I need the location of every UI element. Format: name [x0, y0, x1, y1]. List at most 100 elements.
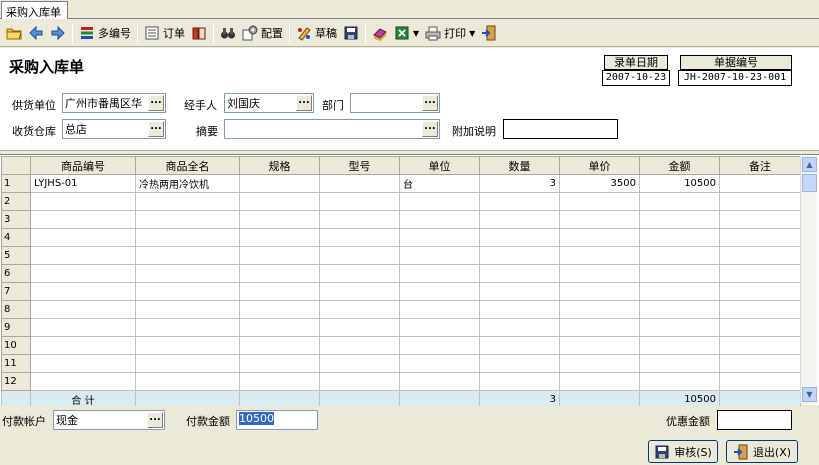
table-cell[interactable] — [639, 300, 720, 319]
table-cell[interactable] — [639, 210, 720, 229]
table-cell[interactable] — [135, 318, 240, 337]
table-cell[interactable] — [719, 246, 801, 265]
table-cell[interactable] — [319, 300, 400, 319]
dept-field[interactable]: ... — [350, 93, 440, 113]
exit-button[interactable]: 退出(X) — [726, 440, 798, 463]
table-cell[interactable] — [30, 372, 136, 391]
print-button[interactable]: 打印 ▼ — [422, 22, 478, 44]
table-row[interactable]: 5 — [1, 246, 801, 265]
column-header[interactable]: 备注 — [719, 156, 801, 175]
column-header[interactable]: 单位 — [399, 156, 480, 175]
table-cell[interactable] — [479, 372, 560, 391]
table-cell[interactable] — [135, 192, 240, 211]
open-folder-button[interactable] — [3, 22, 25, 44]
books-button[interactable] — [369, 22, 391, 44]
table-cell[interactable] — [479, 228, 560, 247]
table-cell[interactable] — [719, 372, 801, 391]
table-cell[interactable] — [239, 300, 320, 319]
table-cell[interactable] — [30, 300, 136, 319]
table-cell[interactable] — [239, 264, 320, 283]
column-header[interactable]: 单价 — [559, 156, 640, 175]
book-button[interactable] — [188, 22, 210, 44]
table-row[interactable]: 1 LYJHS-01 冷热两用冷饮机 台 3 3500 10500 — [1, 174, 801, 193]
config-button[interactable]: 配置 — [239, 22, 286, 44]
forward-button[interactable] — [47, 22, 69, 44]
table-row[interactable]: 2 — [1, 192, 801, 211]
table-cell[interactable] — [639, 228, 720, 247]
table-cell[interactable] — [319, 228, 400, 247]
table-cell[interactable] — [319, 318, 400, 337]
table-cell[interactable] — [319, 264, 400, 283]
table-cell[interactable] — [239, 354, 320, 373]
table-cell[interactable] — [719, 300, 801, 319]
find-button[interactable] — [217, 22, 239, 44]
table-cell[interactable] — [639, 372, 720, 391]
table-cell[interactable]: 3 — [479, 174, 560, 193]
supplier-field[interactable]: 广州市番禺区华 ... — [62, 93, 166, 113]
table-cell[interactable] — [719, 174, 801, 193]
table-cell[interactable] — [399, 318, 480, 337]
order-button[interactable]: 订单 — [141, 22, 188, 44]
scroll-thumb[interactable] — [802, 174, 817, 192]
table-cell[interactable] — [399, 228, 480, 247]
table-cell[interactable] — [479, 318, 560, 337]
multi-code-button[interactable]: 多编号 — [76, 22, 134, 44]
table-cell[interactable] — [319, 282, 400, 301]
table-row[interactable]: 4 — [1, 228, 801, 247]
table-cell[interactable] — [135, 372, 240, 391]
table-row[interactable]: 3 — [1, 210, 801, 229]
table-cell[interactable] — [559, 192, 640, 211]
handler-browse-button[interactable]: ... — [296, 95, 312, 111]
dept-browse-button[interactable]: ... — [422, 95, 438, 111]
table-row[interactable]: 12 — [1, 372, 801, 391]
table-cell[interactable] — [239, 246, 320, 265]
table-cell[interactable] — [239, 174, 320, 193]
table-cell[interactable]: LYJHS-01 — [30, 174, 136, 193]
column-header[interactable]: 商品全名 — [135, 156, 240, 175]
table-cell[interactable] — [135, 300, 240, 319]
supplier-browse-button[interactable]: ... — [148, 95, 164, 111]
table-cell[interactable]: 冷热两用冷饮机 — [135, 174, 240, 193]
table-cell[interactable] — [30, 336, 136, 355]
table-cell[interactable] — [319, 246, 400, 265]
table-cell[interactable] — [135, 210, 240, 229]
table-cell[interactable] — [30, 192, 136, 211]
column-header[interactable]: 数量 — [479, 156, 560, 175]
payment-amount-field[interactable]: 10500 — [236, 410, 318, 430]
table-cell[interactable] — [135, 246, 240, 265]
table-cell[interactable] — [559, 318, 640, 337]
table-cell[interactable] — [319, 336, 400, 355]
table-row[interactable]: 7 — [1, 282, 801, 301]
table-cell[interactable] — [479, 264, 560, 283]
table-cell[interactable] — [135, 354, 240, 373]
entry-date-value[interactable]: 2007-10-23 — [602, 70, 670, 86]
table-cell[interactable] — [239, 336, 320, 355]
table-cell[interactable] — [135, 282, 240, 301]
summary-browse-button[interactable]: ... — [422, 121, 438, 137]
table-cell[interactable] — [399, 264, 480, 283]
grid-vertical-scrollbar[interactable]: ▲ ▼ — [800, 156, 817, 404]
scroll-down-icon[interactable]: ▼ — [802, 387, 817, 402]
table-cell[interactable] — [319, 354, 400, 373]
table-cell[interactable] — [559, 228, 640, 247]
payment-account-field[interactable]: 现金 ... — [53, 410, 165, 430]
table-cell[interactable] — [319, 372, 400, 391]
back-button[interactable] — [25, 22, 47, 44]
doc-number-value[interactable]: JH-2007-10-23-001 — [678, 70, 792, 86]
column-header[interactable]: 金额 — [639, 156, 720, 175]
table-cell[interactable] — [30, 264, 136, 283]
table-cell[interactable] — [30, 228, 136, 247]
payment-account-browse-button[interactable]: ... — [147, 412, 163, 428]
table-cell[interactable] — [559, 210, 640, 229]
table-cell[interactable] — [479, 210, 560, 229]
table-cell[interactable] — [719, 318, 801, 337]
table-cell[interactable] — [30, 318, 136, 337]
table-row[interactable]: 6 — [1, 264, 801, 283]
export-button[interactable]: ▼ — [391, 22, 422, 44]
tab-purchase-receipt[interactable]: 采购入库单 — [1, 1, 68, 19]
table-cell[interactable] — [479, 282, 560, 301]
table-cell[interactable] — [135, 228, 240, 247]
table-cell[interactable] — [719, 192, 801, 211]
table-cell[interactable]: 3500 — [559, 174, 640, 193]
table-cell[interactable] — [559, 300, 640, 319]
